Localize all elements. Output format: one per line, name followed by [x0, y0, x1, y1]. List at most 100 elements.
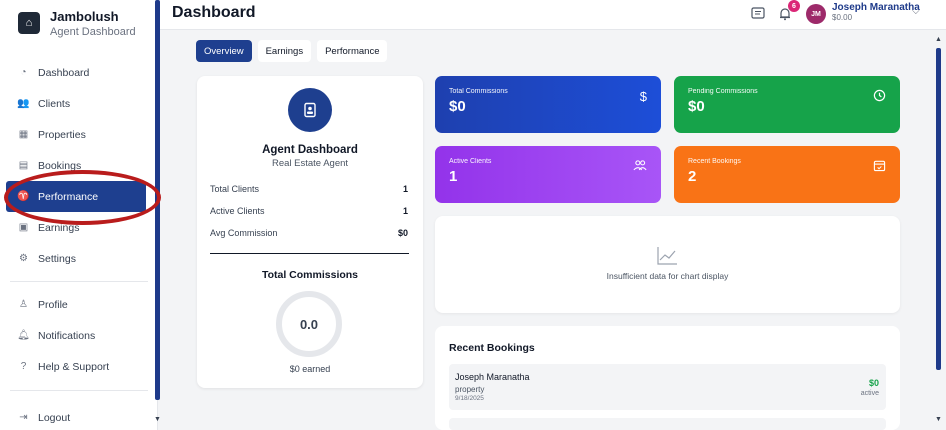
dollar-icon: $ — [639, 89, 647, 104]
divider — [210, 253, 409, 254]
divider — [10, 390, 148, 391]
user-name[interactable]: Joseph Maranatha — [832, 2, 920, 13]
stat-row: Active Clients 1 — [210, 206, 408, 216]
calendar-icon: ▤ — [18, 160, 29, 171]
booking-row[interactable]: Joseph Maranatha property 9/18/2025 $0 a… — [449, 364, 886, 410]
money-icon: ▣ — [18, 222, 29, 233]
users-icon — [633, 159, 647, 175]
chart-placeholder-card: Insufficient data for chart display — [435, 216, 900, 313]
sidebar-item-notifications[interactable]: 🔔︎ Notifications — [0, 320, 158, 351]
stat-value: $0 — [397, 228, 408, 238]
main-scrollbar[interactable] — [936, 48, 941, 370]
bell-icon: 🔔︎ — [17, 330, 30, 341]
sidebar-item-label: Properties — [38, 128, 86, 141]
gear-icon: ⚙ — [19, 253, 28, 264]
tab-bar: Overview Earnings Performance — [196, 40, 388, 62]
card-label: Active Clients — [449, 158, 492, 165]
logo-icon: ⌂ — [18, 12, 40, 34]
avatar[interactable]: JM — [806, 4, 826, 24]
sidebar-item-label: Settings — [38, 252, 76, 265]
logout-nav: ⇥ Logout — [0, 402, 158, 430]
sidebar-item-label: Dashboard — [38, 66, 90, 79]
tab-overview[interactable]: Overview — [196, 40, 252, 62]
sidebar-item-properties[interactable]: ▦ Properties — [0, 119, 158, 150]
notification-badge: 6 — [788, 0, 800, 12]
sidebar-item-earnings[interactable]: ▣ Earnings — [0, 212, 158, 243]
chart-empty-message: Insufficient data for chart display — [606, 271, 729, 281]
messages-icon[interactable] — [750, 6, 766, 22]
sidebar-scrollbar[interactable] — [155, 0, 160, 400]
booking-row[interactable] — [449, 418, 886, 430]
user-balance: $0.00 — [832, 13, 853, 22]
chevron-down-icon[interactable]: ⌵ — [912, 6, 920, 17]
logout-button[interactable]: ⇥ Logout — [0, 402, 158, 430]
sidebar-item-label: Notifications — [38, 329, 96, 342]
trophy-icon: ♈ — [17, 191, 30, 202]
sidebar-item-performance[interactable]: ♈ Performance — [6, 181, 146, 212]
scroll-down-icon[interactable]: ▼ — [935, 416, 942, 423]
commission-ring-value: 0.0 — [299, 316, 319, 332]
stat-label: Avg Commission — [210, 228, 278, 238]
stat-label: Active Clients — [210, 206, 265, 216]
header: Dashboard 6 JM Joseph Maranatha $0.00 ⌵ — [160, 0, 946, 30]
sidebar-item-label: Profile — [38, 298, 68, 311]
stat-value: 1 — [402, 184, 408, 194]
recent-bookings-card[interactable]: Recent Bookings 2 — [674, 146, 900, 203]
profile-role: Real Estate Agent — [271, 158, 349, 169]
card-value: 1 — [449, 168, 458, 185]
calendar-icon — [873, 159, 886, 175]
stat-value: 1 — [402, 206, 408, 216]
help-icon: ? — [20, 361, 27, 372]
building-icon: ▦ — [18, 129, 29, 140]
pending-commissions-card[interactable]: Pending Commissions $0 — [674, 76, 900, 133]
divider — [10, 281, 148, 282]
card-label: Recent Bookings — [688, 158, 741, 165]
booking-client-name: Joseph Maranatha — [455, 372, 530, 382]
earned-text: $0 earned — [289, 364, 331, 374]
stat-row: Avg Commission $0 — [210, 228, 408, 238]
sidebar-item-help[interactable]: ? Help & Support — [0, 351, 158, 382]
secondary-nav: ♙ Profile 🔔︎ Notifications ? Help & Supp… — [0, 289, 158, 382]
sidebar-item-label: Bookings — [38, 159, 82, 172]
card-value: $0 — [449, 98, 466, 115]
card-value: $0 — [688, 98, 705, 115]
line-chart-icon — [656, 246, 678, 271]
active-clients-card[interactable]: Active Clients 1 — [435, 146, 661, 203]
sidebar: ⌂ Jambolush Agent Dashboard ◔ Dashboard … — [0, 0, 158, 430]
card-label: Pending Commissions — [688, 88, 758, 95]
brand[interactable]: ⌂ Jambolush Agent Dashboard — [18, 9, 136, 38]
sidebar-item-label: Help & Support — [38, 360, 110, 373]
sidebar-item-profile[interactable]: ♙ Profile — [0, 289, 158, 320]
scroll-down-icon[interactable]: ▼ — [154, 416, 161, 423]
booking-amount: $0 — [868, 378, 879, 388]
sidebar-item-label: Clients — [38, 97, 71, 110]
gauge-icon: ◔ — [20, 67, 27, 78]
profile-name: Agent Dashboard — [262, 144, 358, 156]
recent-bookings-title: Recent Bookings — [449, 342, 535, 354]
tab-performance[interactable]: Performance — [317, 40, 388, 62]
sidebar-item-label: Earnings — [38, 221, 80, 234]
logout-label: Logout — [38, 411, 71, 424]
card-value: 2 — [688, 168, 697, 185]
sidebar-item-clients[interactable]: 👥 Clients — [0, 88, 158, 119]
logout-icon: ⇥ — [19, 412, 28, 423]
sidebar-item-bookings[interactable]: ▤ Bookings — [0, 150, 158, 181]
stat-label: Total Clients — [210, 184, 260, 194]
recent-bookings-panel: Recent Bookings Joseph Maranatha propert… — [435, 326, 900, 430]
commission-ring: 0.0 — [276, 291, 342, 357]
booking-type: property — [455, 385, 485, 394]
brand-subtitle: Agent Dashboard — [50, 26, 136, 38]
sidebar-item-label: Performance — [38, 190, 99, 203]
user-icon: ♙ — [19, 299, 28, 310]
profile-card: Agent Dashboard Real Estate Agent Total … — [197, 76, 423, 388]
sidebar-item-settings[interactable]: ⚙ Settings — [0, 243, 158, 274]
booking-status: active — [860, 390, 879, 397]
sidebar-item-dashboard[interactable]: ◔ Dashboard — [0, 57, 158, 88]
clock-icon — [873, 89, 886, 105]
scroll-up-icon[interactable]: ▲ — [935, 36, 942, 43]
total-commissions-card[interactable]: Total Commissions $0 $ — [435, 76, 661, 133]
booking-date: 9/18/2025 — [455, 395, 484, 402]
card-label: Total Commissions — [449, 88, 508, 95]
tab-earnings[interactable]: Earnings — [257, 40, 312, 62]
primary-nav: ◔ Dashboard 👥 Clients ▦ Properties ▤ Boo… — [0, 57, 158, 274]
